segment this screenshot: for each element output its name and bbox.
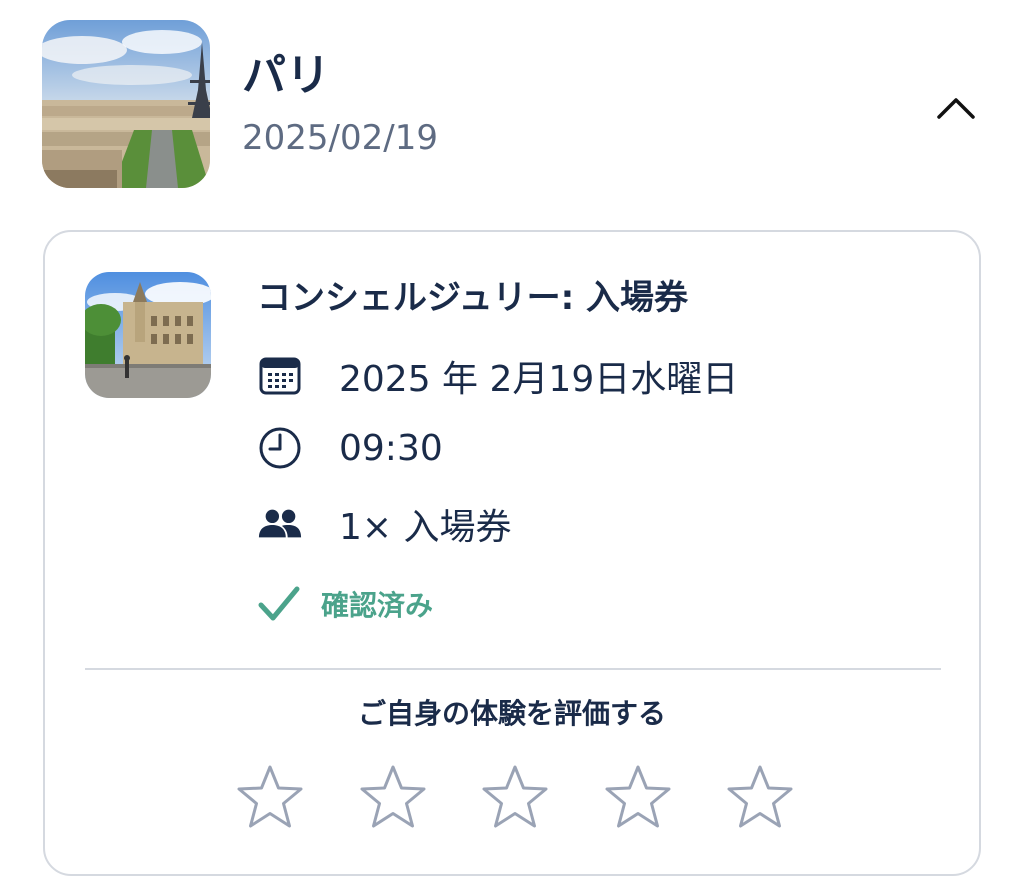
calendar-icon <box>259 357 301 395</box>
booking-date: 2025 年 2月19日水曜日 <box>339 359 739 400</box>
chevron-up-icon <box>937 98 975 119</box>
booking-status-row: 確認済み <box>257 580 433 628</box>
activity-title: コンシェルジュリー: 入場券 <box>257 278 689 318</box>
status-badge: 確認済み <box>321 589 434 622</box>
booking-date-row: 2025 年 2月19日水曜日 <box>257 350 738 402</box>
collapse-button[interactable] <box>926 78 986 138</box>
star-outline-icon <box>605 765 670 828</box>
star-3-button[interactable] <box>480 762 550 832</box>
checkmark-icon <box>258 586 300 621</box>
trip-thumbnail <box>42 20 210 188</box>
clock-icon <box>259 427 301 469</box>
trip-header[interactable]: パリ 2025/02/19 <box>42 20 982 188</box>
people-icon <box>258 509 302 538</box>
trip-title: パリ <box>242 50 330 101</box>
star-4-button[interactable] <box>603 762 673 832</box>
booking-tickets-row: 1× 入場券 <box>257 498 512 550</box>
booking-time: 09:30 <box>339 427 443 469</box>
rate-prompt: ご自身の体験を評価する <box>357 697 666 730</box>
star-5-button[interactable] <box>725 762 795 832</box>
star-1-button[interactable] <box>235 762 305 832</box>
trip-date: 2025/02/19 <box>242 118 438 158</box>
star-outline-icon <box>360 765 425 828</box>
star-outline-icon <box>237 765 303 828</box>
star-outline-icon <box>482 765 548 828</box>
activity-thumbnail <box>85 272 211 398</box>
rating-stars[interactable] <box>235 762 795 832</box>
divider <box>85 668 941 670</box>
booking-time-row: 09:30 <box>257 422 443 474</box>
booking-tickets: 1× 入場券 <box>339 507 512 548</box>
star-outline-icon <box>727 765 793 828</box>
booking-card[interactable]: コンシェルジュリー: 入場券 2025 年 2月19日水曜日 09:30 1× … <box>43 230 981 876</box>
star-2-button[interactable] <box>358 762 428 832</box>
